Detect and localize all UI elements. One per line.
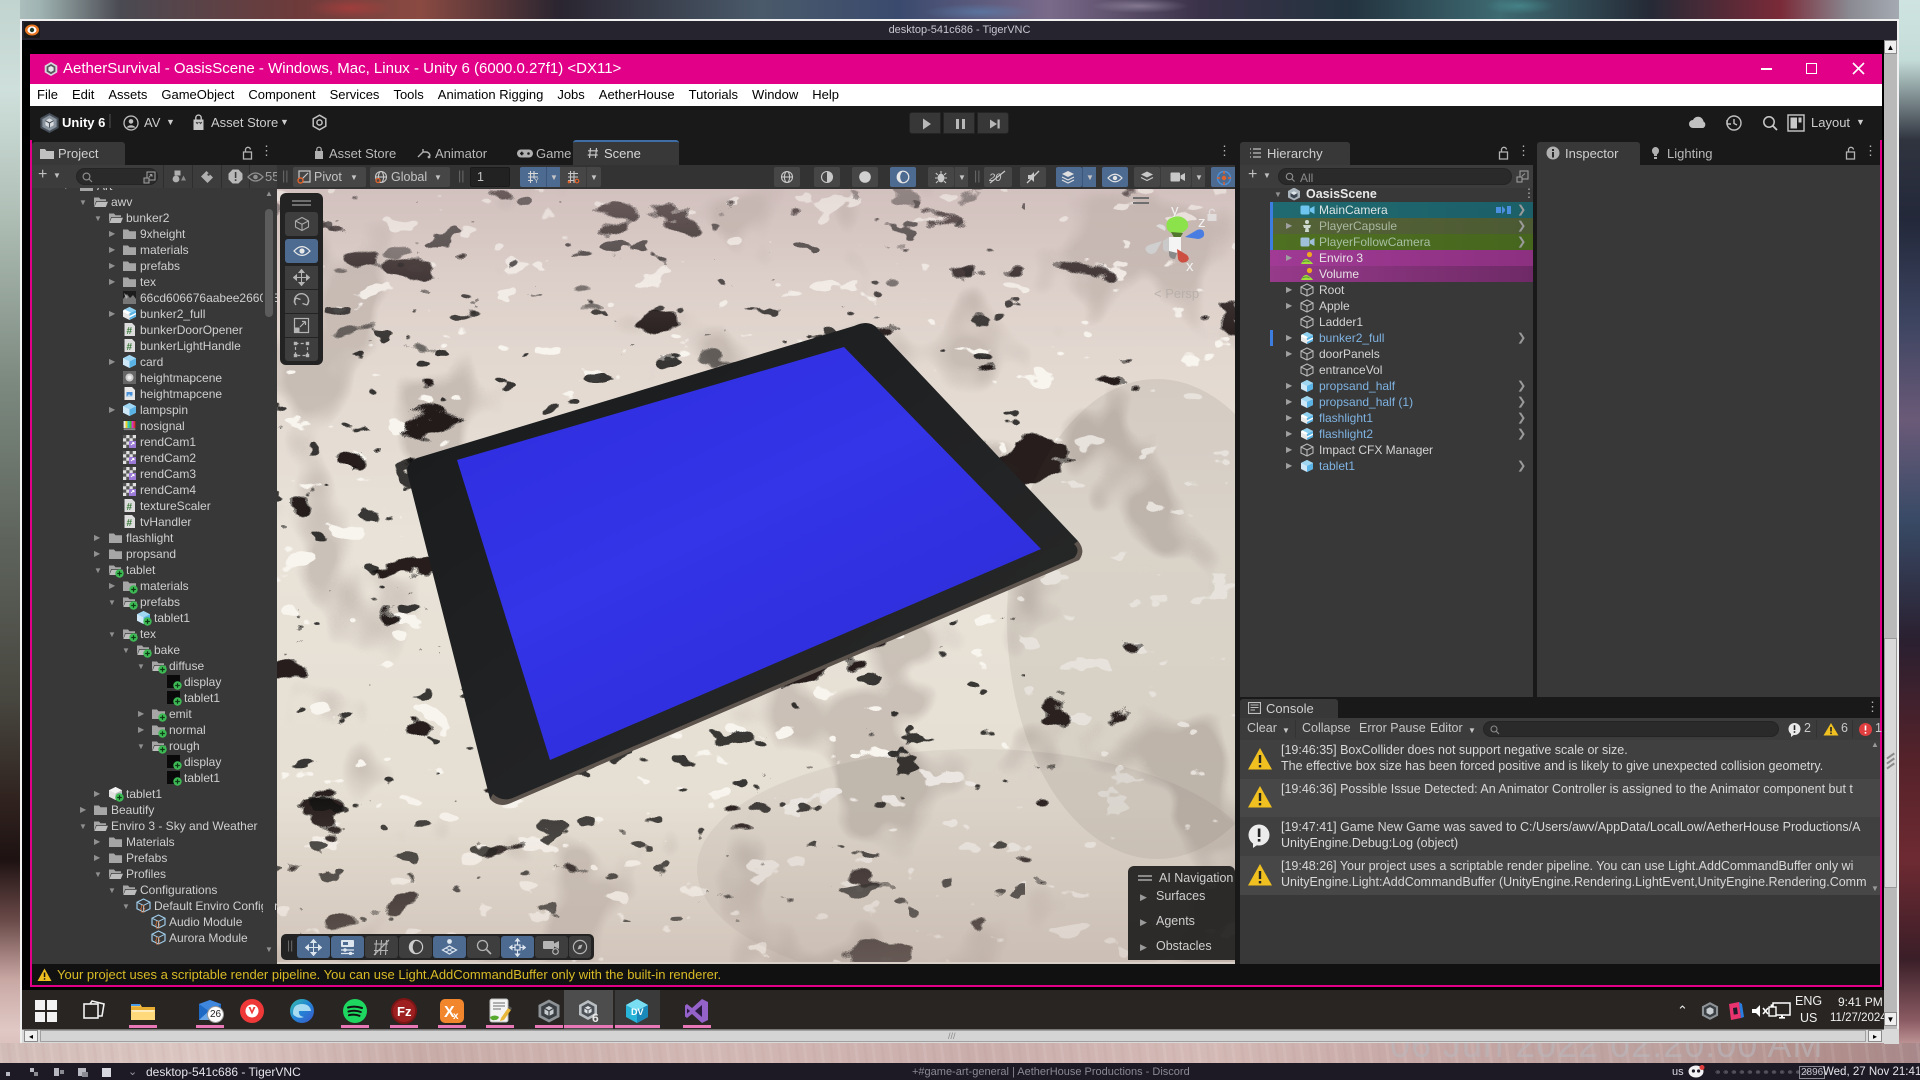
svg-text:6: 6 bbox=[592, 1011, 599, 1024]
svg-text:#: # bbox=[127, 518, 133, 529]
svg-text:{}: {} bbox=[155, 920, 161, 929]
svg-text:x: x bbox=[453, 1011, 459, 1022]
svg-text:{}: {} bbox=[140, 904, 146, 913]
svg-text:{}: {} bbox=[155, 936, 161, 945]
svg-text:Fz: Fz bbox=[397, 1004, 412, 1019]
svg-text:#: # bbox=[127, 342, 133, 353]
svg-text:DV: DV bbox=[631, 1007, 644, 1017]
svg-text:#: # bbox=[127, 326, 133, 337]
svg-text:Y: Y bbox=[534, 178, 539, 184]
svg-text:z: z bbox=[1198, 214, 1206, 231]
svg-text:#: # bbox=[127, 502, 133, 513]
